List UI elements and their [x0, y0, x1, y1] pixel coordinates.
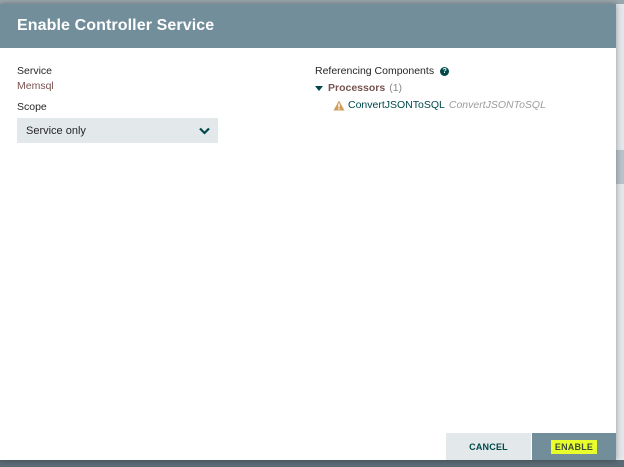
scope-select[interactable]: Service only	[17, 118, 218, 143]
caret-down-icon[interactable]	[315, 85, 323, 91]
enable-controller-service-dialog: Enable Controller Service Service Memsql…	[0, 4, 616, 460]
component-name-link[interactable]: ConvertJSONToSQL	[348, 99, 445, 111]
referencing-components-label: Referencing Components	[315, 65, 435, 77]
service-label: Service	[17, 65, 53, 77]
scope-section: Scope Service only	[17, 101, 218, 143]
enable-button-label: ENABLE	[550, 439, 598, 454]
processors-group[interactable]: Processors (1)	[315, 82, 546, 94]
processors-count: (1)	[389, 82, 403, 94]
referencing-component-item: ConvertJSONToSQL ConvertJSONToSQL	[333, 99, 546, 111]
background-app-strip-right-mark	[616, 150, 624, 184]
background-app-strip-bottom	[0, 460, 624, 467]
dialog-body: Service Memsql Scope Service only Refere…	[0, 48, 616, 433]
chevron-down-icon	[198, 125, 210, 137]
scope-select-value: Service only	[26, 124, 86, 137]
help-icon[interactable]: ?	[440, 66, 450, 76]
service-section: Service Memsql	[17, 65, 54, 92]
referencing-components-header: Referencing Components ?	[315, 65, 546, 77]
warning-icon	[333, 100, 345, 111]
enable-button[interactable]: ENABLE	[532, 433, 616, 460]
dialog-footer: CANCEL ENABLE	[0, 433, 616, 460]
referencing-components-section: Referencing Components ? Processors (1) …	[315, 65, 546, 111]
dialog-header: Enable Controller Service	[0, 4, 616, 48]
dialog-title: Enable Controller Service	[17, 17, 215, 34]
background-app-strip-right	[616, 4, 624, 467]
processors-label: Processors	[328, 82, 386, 94]
cancel-button[interactable]: CANCEL	[446, 433, 531, 460]
component-type: ConvertJSONToSQL	[448, 99, 546, 111]
service-value: Memsql	[17, 80, 54, 92]
scope-label: Scope	[17, 101, 47, 113]
